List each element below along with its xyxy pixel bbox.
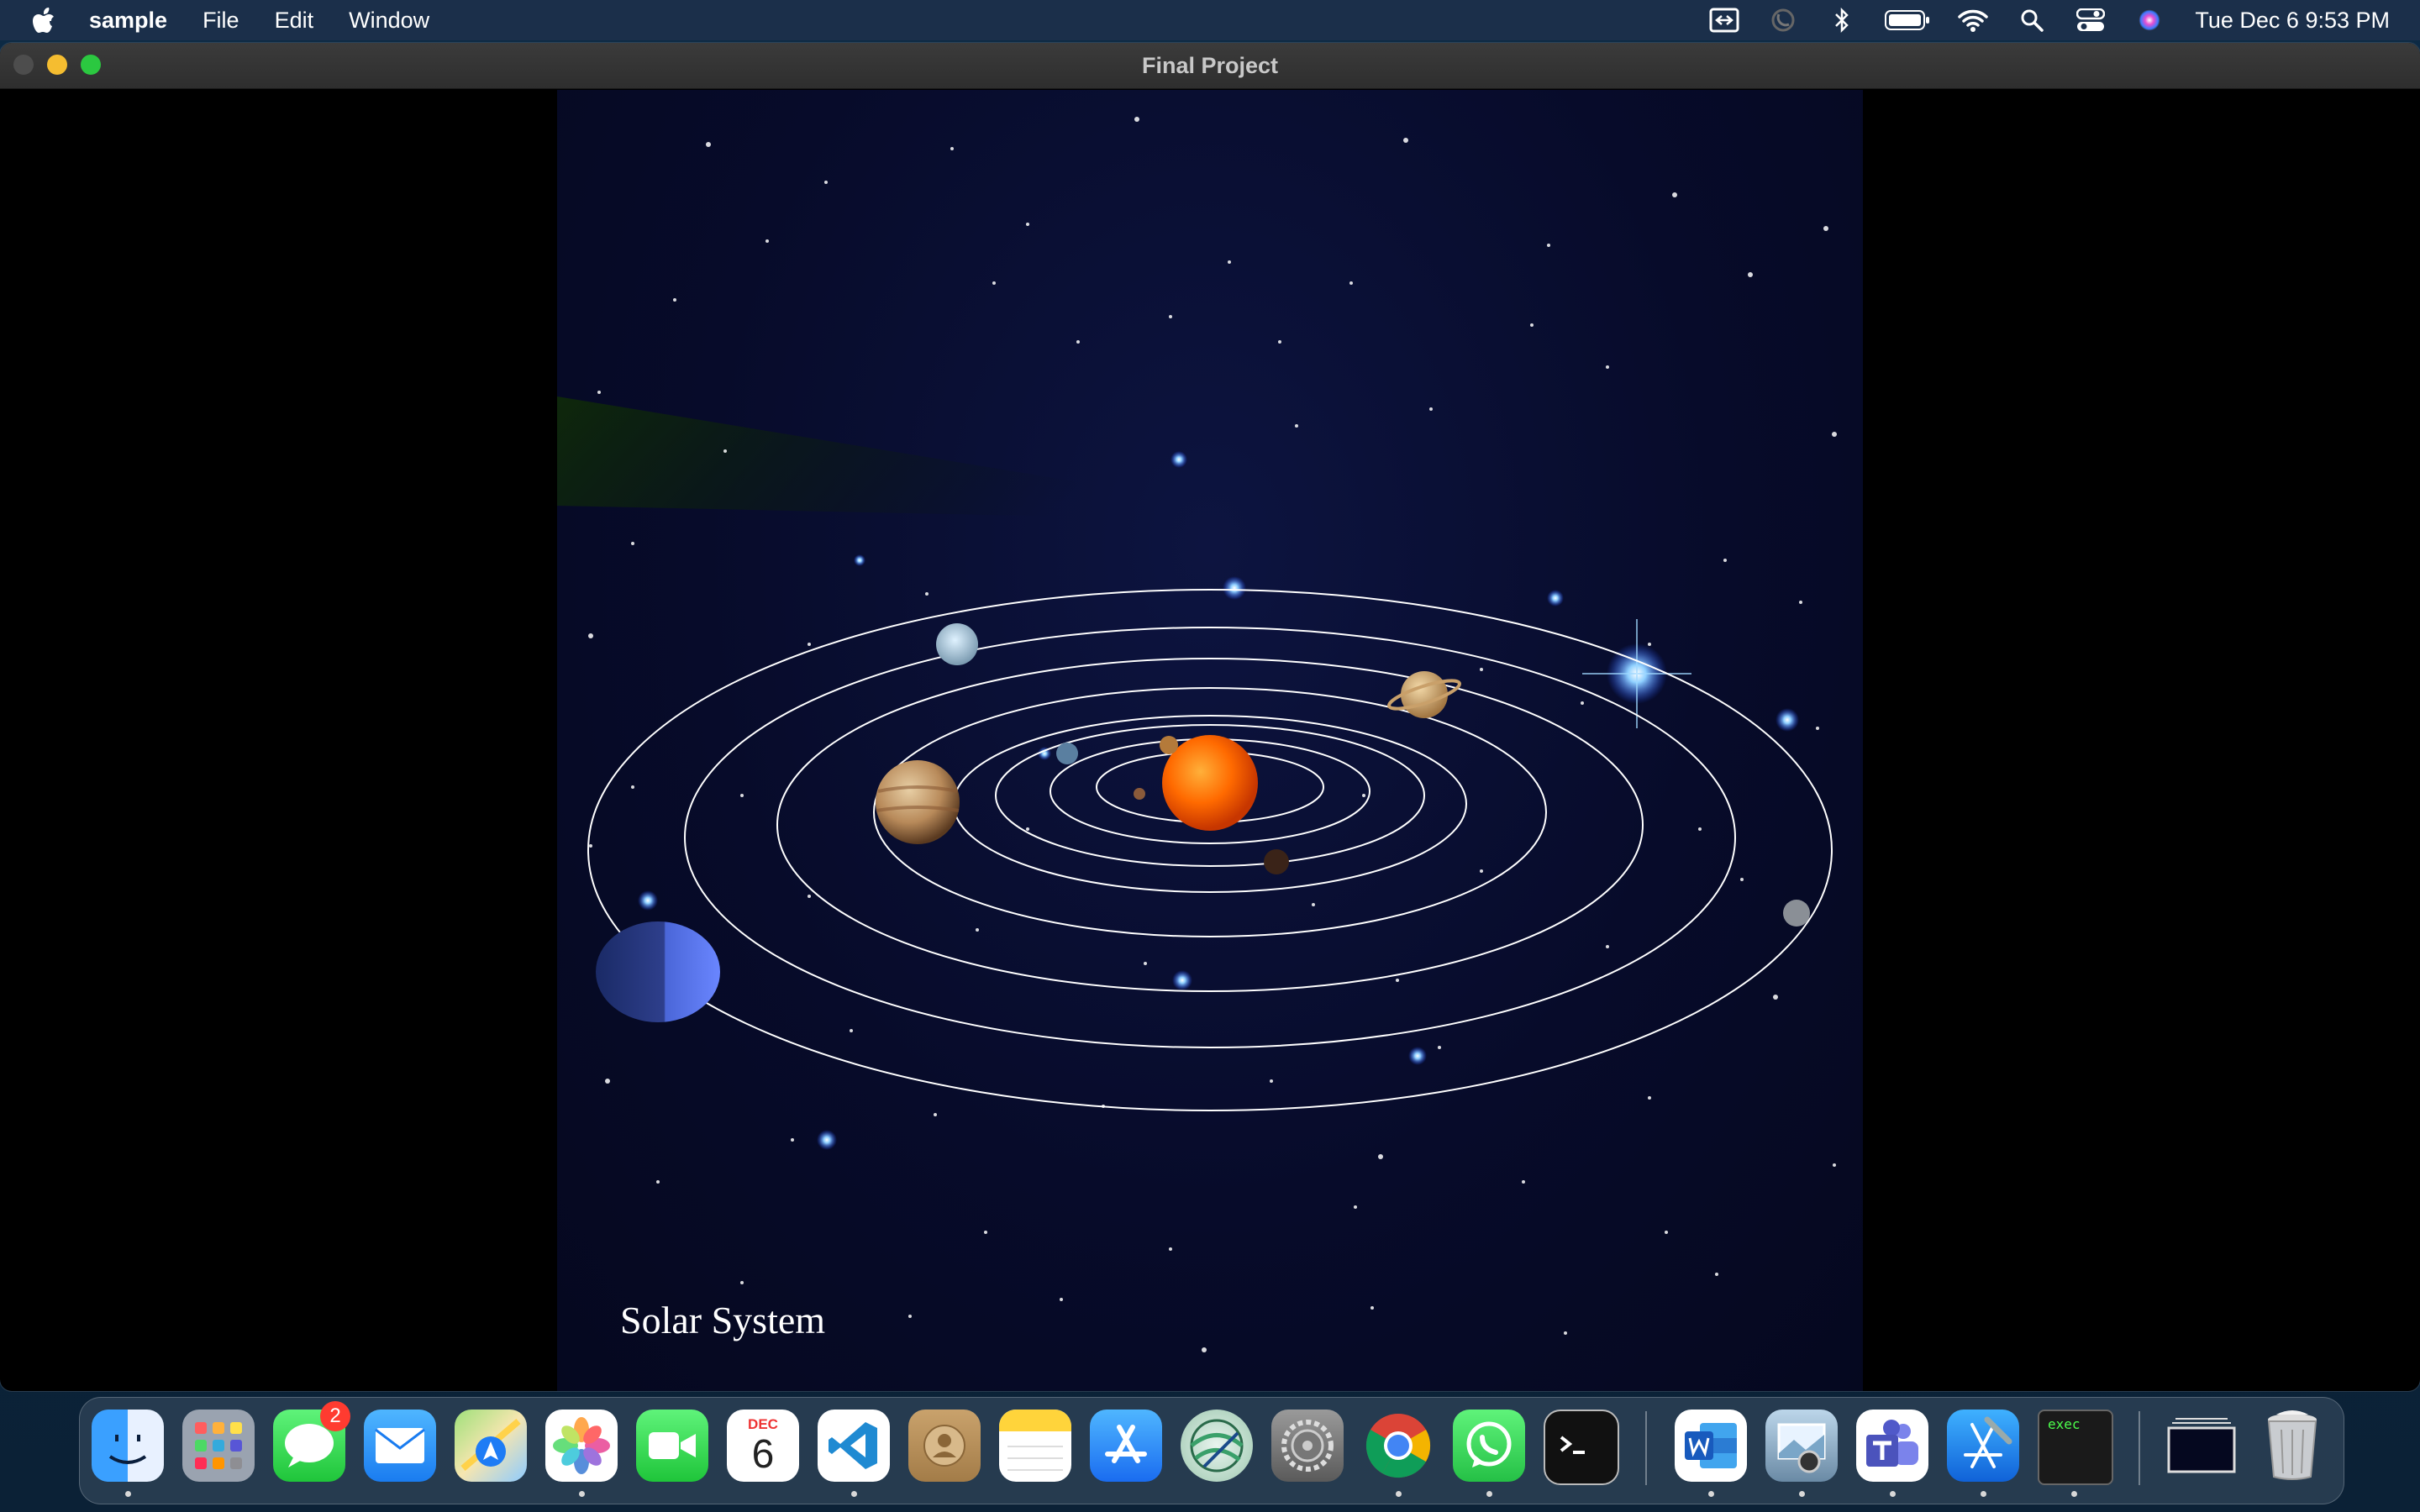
control-center-icon[interactable] (2074, 6, 2107, 34)
solar-system-render (557, 117, 1837, 1352)
starfield (588, 117, 1837, 1352)
teams-icon[interactable] (1856, 1410, 1928, 1482)
running-indicator (1396, 1491, 1402, 1497)
word-icon[interactable] (1675, 1410, 1747, 1482)
planet-pluto[interactable] (1783, 900, 1810, 927)
display-mirroring-icon[interactable] (1707, 6, 1741, 34)
dock-separator (2139, 1411, 2140, 1485)
network-globe-icon[interactable] (1181, 1410, 1253, 1482)
whatsapp-icon[interactable] (1453, 1410, 1525, 1482)
contacts-icon[interactable] (908, 1410, 981, 1482)
preview-icon[interactable] (1765, 1410, 1838, 1482)
vscode-icon[interactable] (818, 1410, 890, 1482)
planet-earth[interactable] (1056, 743, 1078, 764)
planet-uranus[interactable] (936, 623, 978, 665)
app-menu-sample[interactable]: sample (89, 8, 167, 34)
menu-bar: sample File Edit Window Tue Dec 6 9:53 P… (0, 0, 2420, 40)
running-indicator (1708, 1491, 1714, 1497)
running-indicator (1890, 1491, 1896, 1497)
battery-icon[interactable] (1884, 6, 1931, 34)
wifi-icon[interactable] (1956, 6, 1990, 34)
planet-neptune[interactable] (596, 921, 720, 1022)
launchpad-icon[interactable] (182, 1410, 255, 1482)
trash-icon[interactable] (2256, 1410, 2328, 1482)
notes-icon[interactable] (999, 1410, 1071, 1482)
calendar-icon[interactable]: DEC 6 (727, 1410, 799, 1482)
scene-title: Solar System (620, 1299, 826, 1341)
system-preferences-icon[interactable] (1271, 1410, 1344, 1482)
bluetooth-icon[interactable] (1825, 6, 1859, 34)
chrome-icon[interactable] (1362, 1410, 1434, 1482)
solar-system-viewport[interactable]: Solar System (557, 90, 1863, 1391)
xcode-icon[interactable] (1947, 1410, 2019, 1482)
mail-icon[interactable] (364, 1410, 436, 1482)
window-title: Final Project (1141, 53, 1279, 78)
calendar-day: 6 (751, 1432, 775, 1477)
running-indicator (1799, 1491, 1805, 1497)
maps-icon[interactable] (455, 1410, 527, 1482)
planet-mars[interactable] (1264, 849, 1289, 874)
window-titlebar[interactable]: Final Project (0, 43, 2420, 89)
window-stack-icon[interactable] (2165, 1410, 2238, 1482)
apple-icon[interactable] (32, 7, 55, 34)
menu-edit[interactable]: Edit (275, 8, 314, 34)
messages-badge: 2 (320, 1401, 350, 1431)
running-indicator (851, 1491, 857, 1497)
exec-label: exec (2048, 1416, 2081, 1432)
status-area: Tue Dec 6 9:53 PM (1707, 0, 2420, 40)
menu-window[interactable]: Window (349, 8, 429, 34)
running-indicator (579, 1491, 585, 1497)
app-window: Final Project Solar System (0, 43, 2420, 1391)
planet-venus[interactable] (1160, 736, 1178, 754)
spotlight-search-icon[interactable] (2015, 6, 2049, 34)
app-store-icon[interactable] (1090, 1410, 1162, 1482)
calendar-month: DEC (748, 1416, 778, 1432)
planet-jupiter[interactable] (876, 760, 960, 844)
photos-icon[interactable] (545, 1410, 618, 1482)
facetime-icon[interactable] (636, 1410, 708, 1482)
finder-icon[interactable] (92, 1410, 164, 1482)
running-indicator (125, 1491, 131, 1497)
menubar-clock[interactable]: Tue Dec 6 9:53 PM (2195, 8, 2390, 34)
dock-separator (1645, 1411, 1647, 1485)
running-indicator (2071, 1491, 2077, 1497)
planet-mercury[interactable] (1134, 788, 1145, 800)
dock: 2 DEC 6 exec (79, 1397, 2344, 1504)
planet-saturn[interactable] (1401, 671, 1448, 718)
running-indicator (1486, 1491, 1492, 1497)
menu-file[interactable]: File (203, 8, 239, 34)
siri-icon[interactable] (2133, 6, 2166, 34)
focus-moon-icon[interactable] (1766, 6, 1800, 34)
terminal-icon[interactable] (1544, 1410, 1619, 1485)
exec-terminal-icon[interactable]: exec (2038, 1410, 2113, 1485)
running-indicator (1981, 1491, 1986, 1497)
